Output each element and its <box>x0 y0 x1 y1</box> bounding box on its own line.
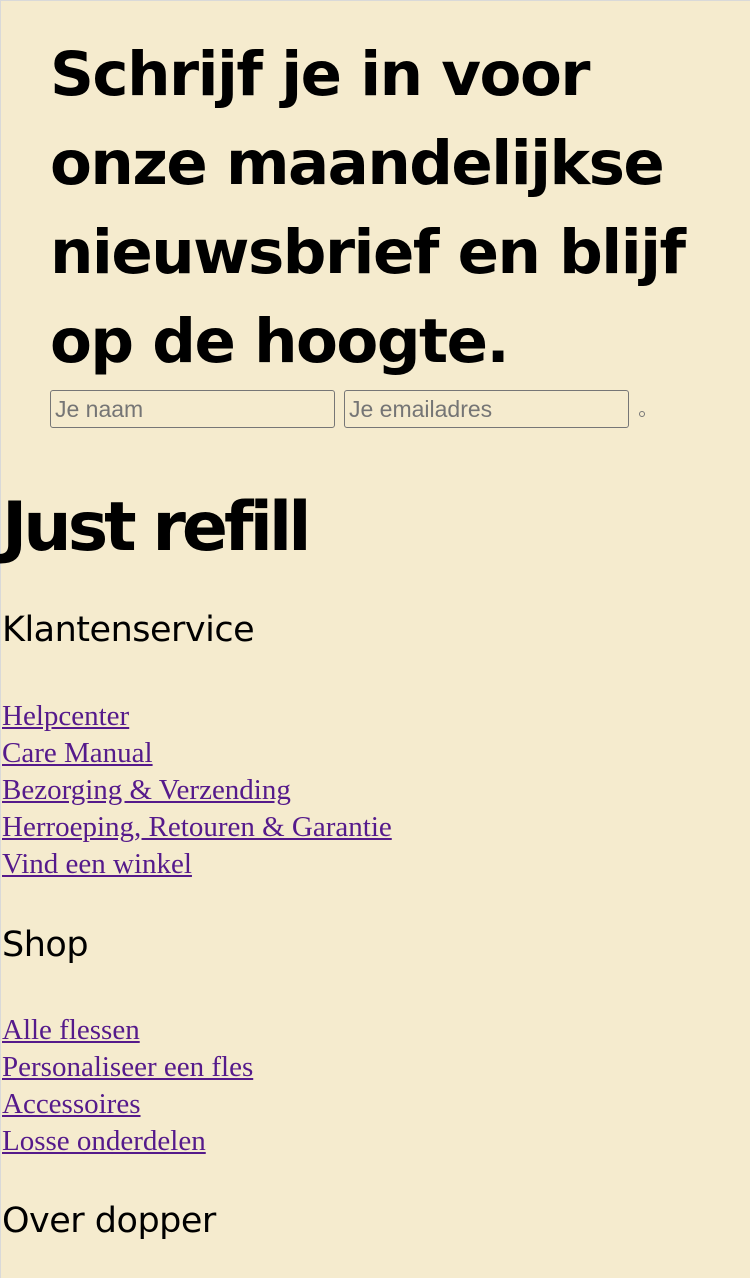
footer-heading-over-dopper: Over dopper <box>2 1201 216 1241</box>
newsletter-heading-line: onze maandelijkse <box>50 128 665 199</box>
page-left-border <box>0 0 1 1278</box>
email-input[interactable] <box>344 390 629 428</box>
link-helpcenter[interactable]: Helpcenter <box>2 700 129 732</box>
link-accessoires[interactable]: Accessoires <box>2 1088 141 1120</box>
list-item: Losse onderdelen <box>2 1123 253 1160</box>
list-item: Herroeping, Retouren & Garantie <box>2 809 392 846</box>
list-item: Vind een winkel <box>2 846 392 883</box>
link-losse-onderdelen[interactable]: Losse onderdelen <box>2 1125 206 1157</box>
brand-logo: Just refill <box>2 488 312 567</box>
link-bezorging-verzending[interactable]: Bezorging & Verzending <box>2 774 291 806</box>
newsletter-heading-line: Schrijf je in voor <box>50 39 590 110</box>
list-item: Bezorging & Verzending <box>2 772 392 809</box>
link-alle-flessen[interactable]: Alle flessen <box>2 1014 140 1046</box>
newsletter-section: Schrijf je in voor onze maandelijkse nie… <box>50 30 730 386</box>
link-care-manual[interactable]: Care Manual <box>2 737 153 769</box>
newsletter-heading-line: op de hoogte. <box>50 306 510 377</box>
newsletter-heading-line: nieuwsbrief en blijf <box>50 217 686 288</box>
list-item: Accessoires <box>2 1086 253 1123</box>
submit-button[interactable] <box>638 389 650 429</box>
newsletter-heading: Schrijf je in voor onze maandelijkse nie… <box>50 30 730 386</box>
klantenservice-links: Helpcenter Care Manual Bezorging & Verze… <box>2 698 392 883</box>
link-herroeping-retouren-garantie[interactable]: Herroeping, Retouren & Garantie <box>2 811 392 843</box>
newsletter-form <box>50 389 650 429</box>
page-top-border <box>0 0 750 1</box>
name-input[interactable] <box>50 390 335 428</box>
shop-links: Alle flessen Personaliseer een fles Acce… <box>2 1012 253 1160</box>
list-item: Alle flessen <box>2 1012 253 1049</box>
list-item: Helpcenter <box>2 698 392 735</box>
site-footer: Just refill Klantenservice Helpcenter Ca… <box>2 488 742 1241</box>
list-item: Care Manual <box>2 735 392 772</box>
link-vind-een-winkel[interactable]: Vind een winkel <box>2 848 192 880</box>
footer-heading-klantenservice: Klantenservice <box>2 610 255 650</box>
list-item: Personaliseer een fles <box>2 1049 253 1086</box>
link-personaliseer-een-fles[interactable]: Personaliseer een fles <box>2 1051 253 1083</box>
footer-heading-shop: Shop <box>2 925 89 965</box>
